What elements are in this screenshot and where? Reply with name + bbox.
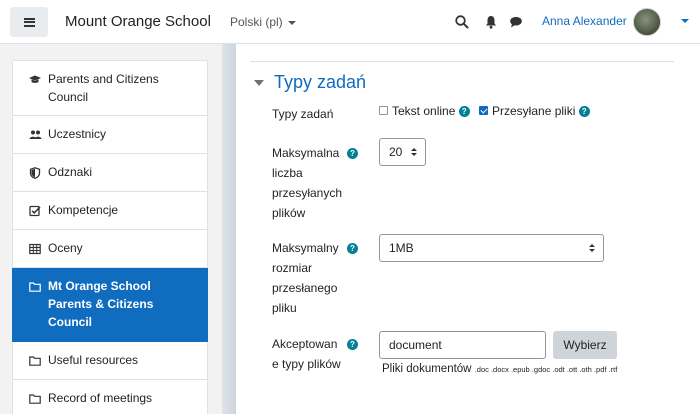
drawer-item-participants[interactable]: Uczestnicy [12,116,208,154]
section-title: Typy zadań [274,72,367,92]
drawer-nav-list: Parents and Citizens Council Uczestnicy … [12,60,208,414]
folder-icon [29,392,41,404]
max-size-select[interactable]: 1MB [379,234,604,262]
submission-types-label: Typy zadań [272,107,334,121]
drawer-item-label: Oceny [48,241,83,255]
online-text-checkbox[interactable] [379,106,388,116]
label-line: przesłanego [272,281,338,295]
language-menu[interactable]: Polski (pl) [230,15,296,29]
main-content: Typy zadań Typy zadań Tekst online ? Prz… [236,44,700,414]
max-files-label: Maksymalna liczba przesyłanych plików [272,143,352,223]
max-size-label: Maksymalny rozmiar przesłanego pliku [272,238,352,318]
drawer-item-label: Parents and Citizens Council [48,72,159,104]
label-line: przesyłanych [272,186,343,200]
drawer-item-competencies[interactable]: Kompetencje [12,192,208,230]
online-text-option[interactable]: Tekst online ? [379,104,470,118]
file-submissions-label: Przesyłane pliki [492,104,576,118]
drawer-item-label: Odznaki [48,165,93,179]
max-files-select[interactable]: 20 [379,138,426,166]
max-files-value: 20 [389,145,403,159]
label-line: e typy plików [272,357,341,371]
help-icon[interactable]: ? [347,243,358,254]
users-icon [29,128,42,140]
drawer-item-record-of-meetings[interactable]: Record of meetings [12,380,208,414]
file-group-name: Pliki dokumentów [382,363,472,375]
chat-icon[interactable] [508,14,524,30]
drawer-item-badges[interactable]: Odznaki [12,154,208,192]
course-drawer: Parents and Citizens Council Uczestnicy … [0,44,222,414]
checkbox-icon [29,204,41,217]
accepted-types-label: Akceptowan e typy plików [272,334,352,374]
folder-icon [29,280,41,292]
label-line: rozmiar [272,261,313,275]
label-line: Maksymalna [272,146,340,160]
avatar[interactable] [633,8,661,36]
section-divider [250,61,674,62]
drawer-item-label: Kompetencje [48,203,119,217]
help-icon[interactable]: ? [458,106,470,118]
help-icon[interactable]: ? [578,106,590,118]
help-icon[interactable]: ? [347,148,358,159]
drawer-item-useful-resources[interactable]: Useful resources [12,342,208,380]
label-line: liczba [272,166,303,180]
drawer-scroll-divider [222,44,236,414]
menu-toggle-button[interactable] [10,7,48,37]
site-name[interactable]: Mount Orange School [65,13,211,30]
menu-icon [23,17,35,27]
drawer-item-mt-orange-council[interactable]: Mt Orange School Parents & Citizens Coun… [12,268,208,342]
drawer-item-grades[interactable]: Oceny [12,230,208,268]
graduation-cap-icon [29,73,41,85]
accepted-types-summary: Pliki dokumentów .doc .docx .epub .gdoc … [382,363,617,375]
drawer-item-label: Uczestnicy [48,127,107,141]
collapse-chevron-icon[interactable] [254,79,264,86]
drawer-item-label: Record of meetings [48,391,153,405]
label-line: pliku [272,301,297,315]
drawer-item-label: Mt Orange School Parents & Citizens Coun… [48,279,154,329]
drawer-item-label: Useful resources [48,353,139,367]
chevron-down-icon[interactable] [681,19,689,23]
file-extensions: .doc .docx .epub .gdoc .odt .ott .oth .p… [474,365,618,374]
label-line: plików [272,206,306,220]
language-label: Polski (pl) [230,15,283,29]
file-submissions-checkbox[interactable] [479,106,488,116]
navbar: Mount Orange School Polski (pl) Anna Ale… [0,0,700,44]
folder-icon [29,354,41,366]
file-submissions-option[interactable]: Przesyłane pliki ? [479,104,590,118]
search-icon[interactable] [454,14,470,30]
bell-icon[interactable] [483,14,499,30]
drawer-item-parents-council[interactable]: Parents and Citizens Council [12,60,208,116]
chevron-down-icon [287,20,296,25]
max-size-value: 1MB [389,241,414,255]
shield-icon [29,166,41,179]
section-header-submission-types[interactable]: Typy zadań [254,72,366,93]
help-icon[interactable]: ? [347,339,358,350]
online-text-label: Tekst online [392,104,456,118]
label-line: Akceptowan [272,337,338,351]
accepted-types-input[interactable]: document [379,331,546,359]
label-line: Maksymalny [272,241,339,255]
table-icon [29,242,41,255]
user-menu-name[interactable]: Anna Alexander [542,14,627,28]
choose-file-types-button[interactable]: Wybierz [553,331,617,359]
